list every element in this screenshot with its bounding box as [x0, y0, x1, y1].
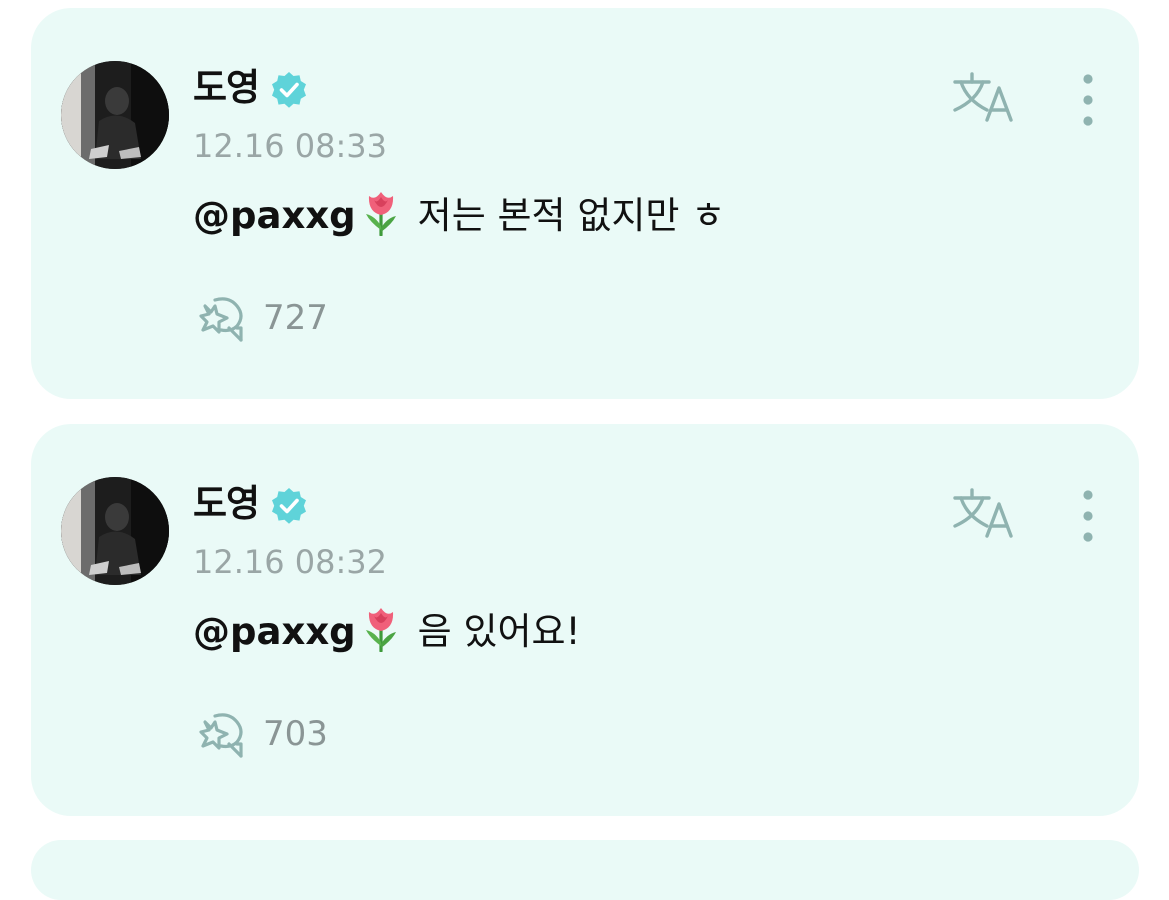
- more-vertical-icon[interactable]: [1071, 486, 1105, 546]
- comment-card: 도영 12.16 08:33 @paxxg 저는 본적 없지만 ㅎ 727: [31, 8, 1139, 399]
- comment-body: 음 있어요!: [417, 610, 581, 653]
- comment-text: @paxxg 음 있어요!: [193, 604, 580, 656]
- comment-timestamp: 12.16 08:33: [193, 127, 387, 165]
- author-name[interactable]: 도영: [193, 64, 260, 112]
- like-button[interactable]: 703: [193, 710, 328, 758]
- avatar[interactable]: [61, 477, 169, 585]
- comment-timestamp: 12.16 08:32: [193, 543, 387, 581]
- tulip-emoji: [365, 192, 396, 236]
- translate-icon[interactable]: [953, 70, 1021, 124]
- comment-card: 도영 12.16 08:32 @paxxg 음 있어요! 703: [31, 424, 1139, 816]
- like-count: 727: [263, 298, 328, 338]
- author-name[interactable]: 도영: [193, 480, 260, 528]
- more-vertical-icon[interactable]: [1071, 70, 1105, 130]
- heart-sticker-icon: [199, 297, 243, 342]
- heart-sticker-icon: [199, 713, 243, 758]
- comment-card-partial: [31, 840, 1139, 900]
- mention-link[interactable]: @paxxg: [193, 610, 356, 653]
- comment-body: 저는 본적 없지만 ㅎ: [417, 194, 726, 237]
- verified-badge-icon: [272, 488, 306, 524]
- like-count: 703: [263, 714, 328, 754]
- comment-text: @paxxg 저는 본적 없지만 ㅎ: [193, 188, 725, 240]
- tulip-emoji: [365, 608, 396, 652]
- translate-icon[interactable]: [953, 486, 1021, 540]
- avatar[interactable]: [61, 61, 169, 169]
- verified-badge-icon: [272, 72, 306, 108]
- mention-link[interactable]: @paxxg: [193, 194, 356, 237]
- like-button[interactable]: 727: [193, 294, 328, 342]
